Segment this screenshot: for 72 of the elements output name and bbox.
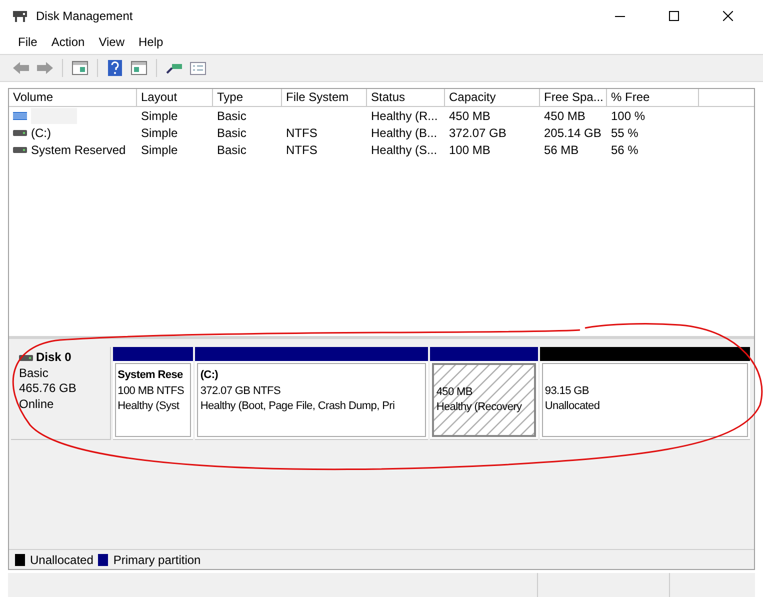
menu-item[interactable]: Help xyxy=(132,33,170,51)
partition-size: 450 MB xyxy=(436,384,474,400)
close-icon xyxy=(723,11,733,21)
partition-size: 93.15 GB xyxy=(544,384,590,398)
panel-icon xyxy=(72,61,88,75)
redaction-bar xyxy=(31,108,77,124)
disk-name: Disk 0 xyxy=(36,350,72,366)
table-cell-text: Basic xyxy=(217,108,246,124)
partition-status: Healthy (Syst xyxy=(118,399,180,414)
disk-info-panel[interactable]: Disk 0 Basic 465.76 GB Online xyxy=(11,347,111,440)
partition-size: 372.07 GB NTFS xyxy=(200,384,282,398)
action-pane-button[interactable] xyxy=(128,58,150,78)
console-tree-button[interactable] xyxy=(69,58,91,78)
window-title: Disk Management xyxy=(36,8,133,25)
menu-item[interactable]: View xyxy=(92,33,130,51)
partition-block[interactable]: System Rese 100 MB NTFS Healthy (Syst xyxy=(112,347,194,440)
column-header[interactable]: Layout xyxy=(137,89,213,107)
partition-status: Unallocated xyxy=(544,399,601,414)
column-header[interactable]: Volume xyxy=(9,89,137,107)
partition-title: System Rese xyxy=(118,368,184,383)
partition-status: Healthy (Boot, Page File, Crash Dump, Pri xyxy=(200,399,396,414)
legend-label: Primary partition xyxy=(113,552,201,568)
menu-item[interactable]: Action xyxy=(45,33,91,51)
table-cell-text: 55 % xyxy=(611,124,638,142)
disk-type: Basic xyxy=(19,366,50,381)
table-cell-text: 100 % xyxy=(611,108,646,124)
table-cell-text: NTFS xyxy=(286,124,318,142)
table-cell-text: Healthy (R... xyxy=(371,108,438,124)
partition-block[interactable]: (C:) 372.07 GB NTFS Healthy (Boot, Page File, Crash Dump, Pri xyxy=(195,347,428,440)
partition-block[interactable]: 93.15 GB Unallocated xyxy=(540,347,750,440)
table-cell-text: 450 MB xyxy=(449,108,490,124)
column-header[interactable]: % Free xyxy=(607,89,699,107)
checklist-icon xyxy=(190,62,206,74)
table-cell-text: System Reserved xyxy=(31,142,126,158)
help-icon xyxy=(108,60,122,76)
partition-size: 100 MB NTFS xyxy=(118,384,186,398)
partition-block[interactable]: 450 MB Healthy (Recovery xyxy=(430,347,538,440)
column-header[interactable]: Status xyxy=(367,89,445,107)
drive-icon xyxy=(13,146,27,152)
disk-status: Online xyxy=(19,396,55,412)
column-header[interactable]: File System xyxy=(282,89,367,107)
menu-item[interactable]: File xyxy=(12,33,44,51)
table-cell-text: Healthy (S... xyxy=(371,142,438,158)
panel-icon xyxy=(131,61,147,75)
disk-size: 465.76 GB xyxy=(19,381,78,396)
legend-label: Unallocated xyxy=(30,552,94,568)
column-header[interactable]: Capacity xyxy=(445,89,540,107)
table-cell-text: (C:) xyxy=(31,124,51,142)
table-cell-text: Simple xyxy=(141,108,178,124)
table-cell-text: Simple xyxy=(141,124,178,142)
maximize-icon xyxy=(669,11,679,21)
drive-icon xyxy=(13,130,27,136)
volume-icon xyxy=(13,112,27,120)
table-cell-text: 450 MB xyxy=(544,108,586,124)
partition-title: (C:) xyxy=(200,368,220,383)
table-cell-text: Basic xyxy=(217,124,246,142)
table-cell-text: Simple xyxy=(141,142,178,158)
back-arrow-icon xyxy=(13,62,29,74)
forward-arrow-icon xyxy=(37,62,53,74)
partition-status: Healthy (Recovery xyxy=(436,400,523,415)
table-cell-text: 100 MB xyxy=(449,142,490,158)
column-header[interactable]: Free Spa... xyxy=(540,89,607,107)
magnifier-icon xyxy=(166,62,182,74)
table-cell-text: 56 % xyxy=(611,142,638,158)
table-cell-text: Basic xyxy=(217,142,246,158)
table-cell-text: NTFS xyxy=(286,142,318,158)
table-cell-text: 372.07 GB xyxy=(449,124,506,142)
table-cell-text: Healthy (B... xyxy=(371,124,438,142)
column-header[interactable]: Type xyxy=(213,89,282,107)
table-cell-text: 205.14 GB xyxy=(544,124,602,142)
disk-management-icon xyxy=(12,9,28,23)
table-cell-text: 56 MB xyxy=(544,142,579,158)
